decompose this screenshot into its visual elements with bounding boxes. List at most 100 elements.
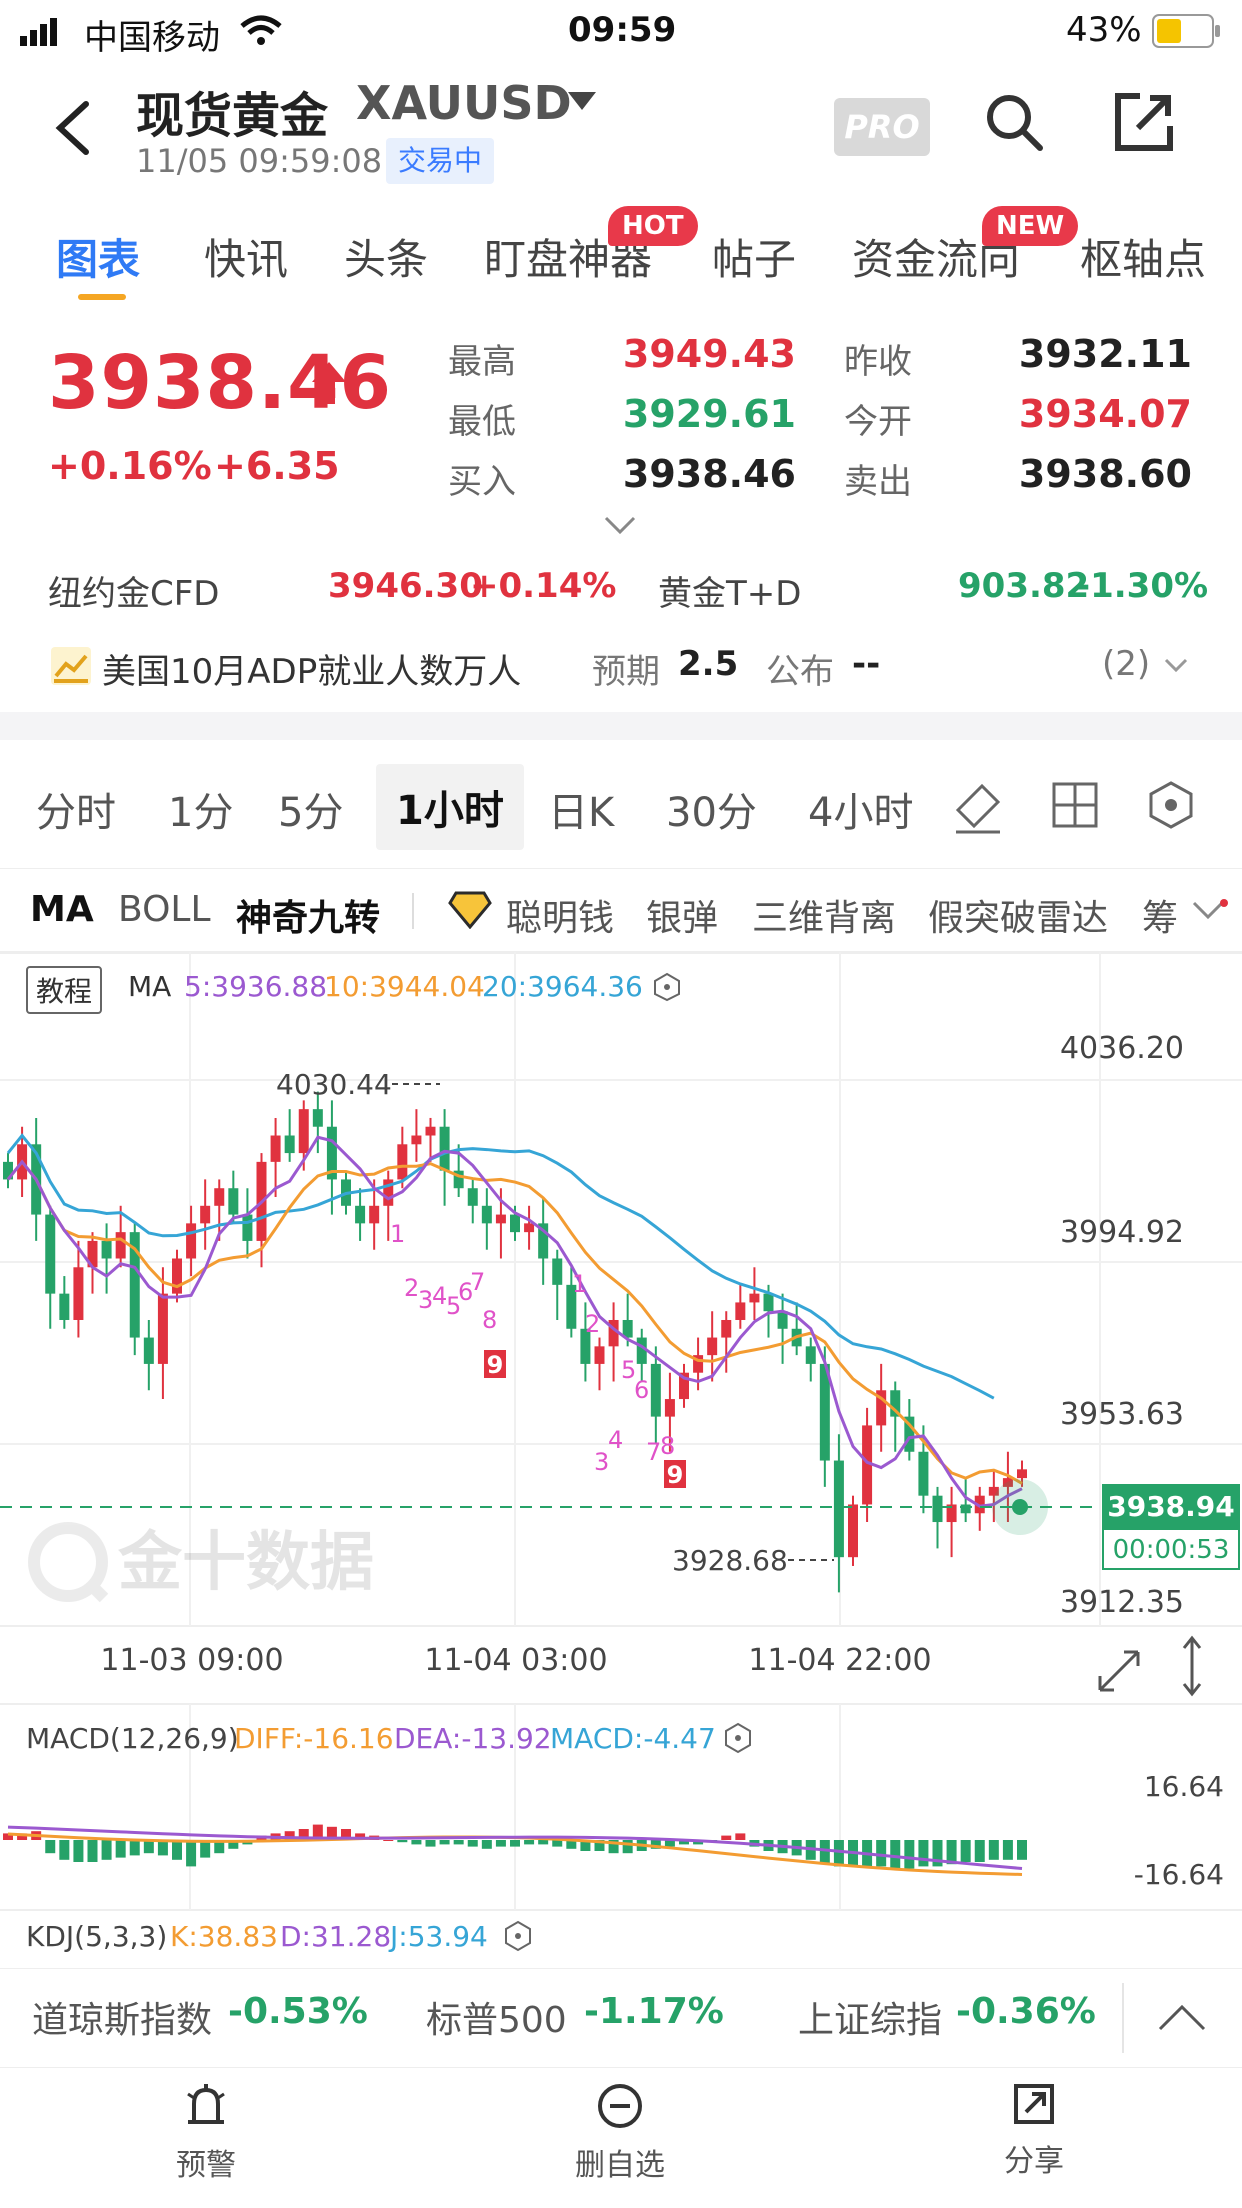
related-name-cfd[interactable]: 纽约金CFD [48, 566, 219, 615]
ma-settings-icon[interactable] [652, 972, 682, 1002]
interval-1m[interactable]: 1分 [168, 780, 233, 838]
tab-posts[interactable]: 帖子 [712, 226, 796, 287]
kdj-d: D:31.28 [280, 1920, 391, 1953]
section-divider [0, 712, 1242, 740]
indicator-divergence[interactable]: 三维背离 [752, 889, 896, 941]
y-tick-1: 4036.20 [1060, 1031, 1184, 1066]
candle-down [932, 1495, 943, 1523]
header: 现货黄金 XAUUSD 11/05 09:59:08 交易中 PRO [0, 62, 1242, 192]
alarm-icon [187, 2084, 225, 2124]
macd-tick-top: 16.64 [1144, 1770, 1224, 1803]
candle-up [115, 1232, 126, 1259]
tab-headlines[interactable]: 头条 [344, 226, 428, 287]
macd-label[interactable]: MACD(12,26,9) [26, 1722, 239, 1755]
dropdown-arrow-icon[interactable] [568, 92, 596, 112]
back-icon[interactable] [52, 100, 92, 156]
active-tab-indicator [78, 294, 126, 300]
candle-down [960, 1504, 971, 1514]
indicator-fake-breakout[interactable]: 假突破雷达 [928, 889, 1108, 941]
tab-pivot[interactable]: 枢轴点 [1080, 226, 1206, 287]
fullscreen-icon[interactable] [1098, 1650, 1140, 1692]
related-name-td[interactable]: 黄金T+D [658, 566, 801, 615]
candle-down [143, 1337, 154, 1364]
layout-grid-icon[interactable] [1052, 782, 1098, 828]
macd-bar [129, 1840, 140, 1856]
macd-bar [819, 1840, 830, 1865]
hot-badge: HOT [608, 206, 698, 246]
settings-hex-icon[interactable] [1146, 780, 1196, 830]
candle-up [721, 1319, 732, 1338]
macd-bar [1002, 1840, 1013, 1860]
candle-up [200, 1205, 211, 1224]
change-percent: +0.16% [48, 444, 212, 488]
indicator-chips[interactable]: 筹 [1142, 889, 1178, 941]
magic-nine-count: 1 [572, 1270, 587, 1298]
indicator-more-chevron-icon[interactable] [1190, 899, 1230, 925]
interval-1h[interactable]: 1小时 [376, 764, 524, 850]
candle-down [439, 1126, 450, 1171]
nav-alert[interactable]: 预警 [106, 2082, 306, 2184]
interval-4h[interactable]: 4小时 [808, 780, 913, 838]
macd-bar [101, 1840, 112, 1860]
candle-down [355, 1205, 366, 1224]
macd-bar [1017, 1840, 1027, 1860]
macd-bar [552, 1840, 563, 1847]
chevron-up-icon[interactable] [1158, 2003, 1206, 2031]
index-name-shanghai[interactable]: 上证综指 [798, 1991, 942, 2043]
macd-settings-icon[interactable] [725, 1722, 751, 1754]
prev-close-value: 3932.11 [1018, 332, 1192, 376]
interval-30m[interactable]: 30分 [666, 780, 757, 838]
index-value-sp500: -1.17% [584, 1991, 724, 2032]
current-price-dot [1012, 1499, 1028, 1515]
event-chevron-icon[interactable] [1164, 658, 1188, 674]
share-out-icon[interactable] [1114, 92, 1174, 152]
kdj-label[interactable]: KDJ(5,3,3) [26, 1920, 167, 1953]
indicator-silver-bullet[interactable]: 银弹 [646, 889, 718, 941]
low-annotation: 3928.68 [672, 1544, 788, 1577]
macd-bar [73, 1840, 84, 1862]
related-change-td: -1.30% [1076, 566, 1209, 606]
calendar-chart-icon [51, 647, 91, 685]
nav-share[interactable]: 分享 [934, 2082, 1134, 2180]
tab-chart[interactable]: 图表 [56, 226, 140, 287]
macd-bar [538, 1840, 549, 1845]
interval-daily[interactable]: 日K [548, 780, 614, 838]
index-name-sp500[interactable]: 标普500 [426, 1991, 567, 2043]
kline-chart[interactable]: 金十数据 123456781234567899 4030.44 3928.68 … [0, 952, 1242, 1962]
macd-bar [59, 1840, 70, 1860]
interval-5m[interactable]: 5分 [278, 780, 343, 838]
indicator-boll[interactable]: BOLL [118, 889, 211, 930]
tutorial-button[interactable]: 教程 [26, 966, 103, 1014]
interval-timeshare[interactable]: 分时 [36, 780, 116, 838]
candle-up [594, 1346, 605, 1364]
event-title[interactable]: 美国10月ADP就业人数万人 [102, 644, 521, 693]
macd-bar [186, 1840, 197, 1867]
candle-down [228, 1188, 239, 1215]
nav-remove-watchlist[interactable]: 删自选 [520, 2082, 720, 2184]
indicator-magic-nine[interactable]: 神奇九转 [236, 889, 380, 941]
vertical-scale-icon[interactable] [1182, 1635, 1202, 1697]
nav-remove-label: 删自选 [575, 2148, 665, 2183]
ma10-value: 10:3944.04 [324, 970, 485, 1003]
instrument-symbol[interactable]: XAUUSD [356, 76, 572, 130]
chart-area[interactable]: 金十数据 123456781234567899 4030.44 3928.68 … [0, 952, 1242, 1962]
indicator-smart-money[interactable]: 聪明钱 [506, 889, 614, 941]
kdj-settings-icon[interactable] [505, 1920, 531, 1952]
search-icon[interactable] [984, 92, 1044, 152]
ask-value: 3938.60 [1018, 452, 1192, 496]
candle-up [735, 1302, 746, 1320]
candle-down [805, 1346, 816, 1364]
index-name-dow[interactable]: 道琼斯指数 [32, 1991, 212, 2043]
pro-button[interactable]: PRO [834, 98, 930, 156]
candle-down [45, 1214, 56, 1294]
macd-bar [45, 1840, 56, 1854]
tab-flash-news[interactable]: 快讯 [204, 226, 288, 287]
expand-chevron-icon[interactable] [604, 516, 636, 536]
y-tick-2: 3994.92 [1060, 1215, 1184, 1250]
trade-status-badge: 交易中 [386, 138, 495, 184]
magic-nine-signal: 9 [667, 1461, 684, 1489]
wifi-icon [240, 15, 282, 45]
draw-tool-icon[interactable] [952, 780, 1004, 836]
event-count[interactable]: (2) [1102, 644, 1150, 684]
indicator-ma[interactable]: MA [30, 889, 94, 930]
